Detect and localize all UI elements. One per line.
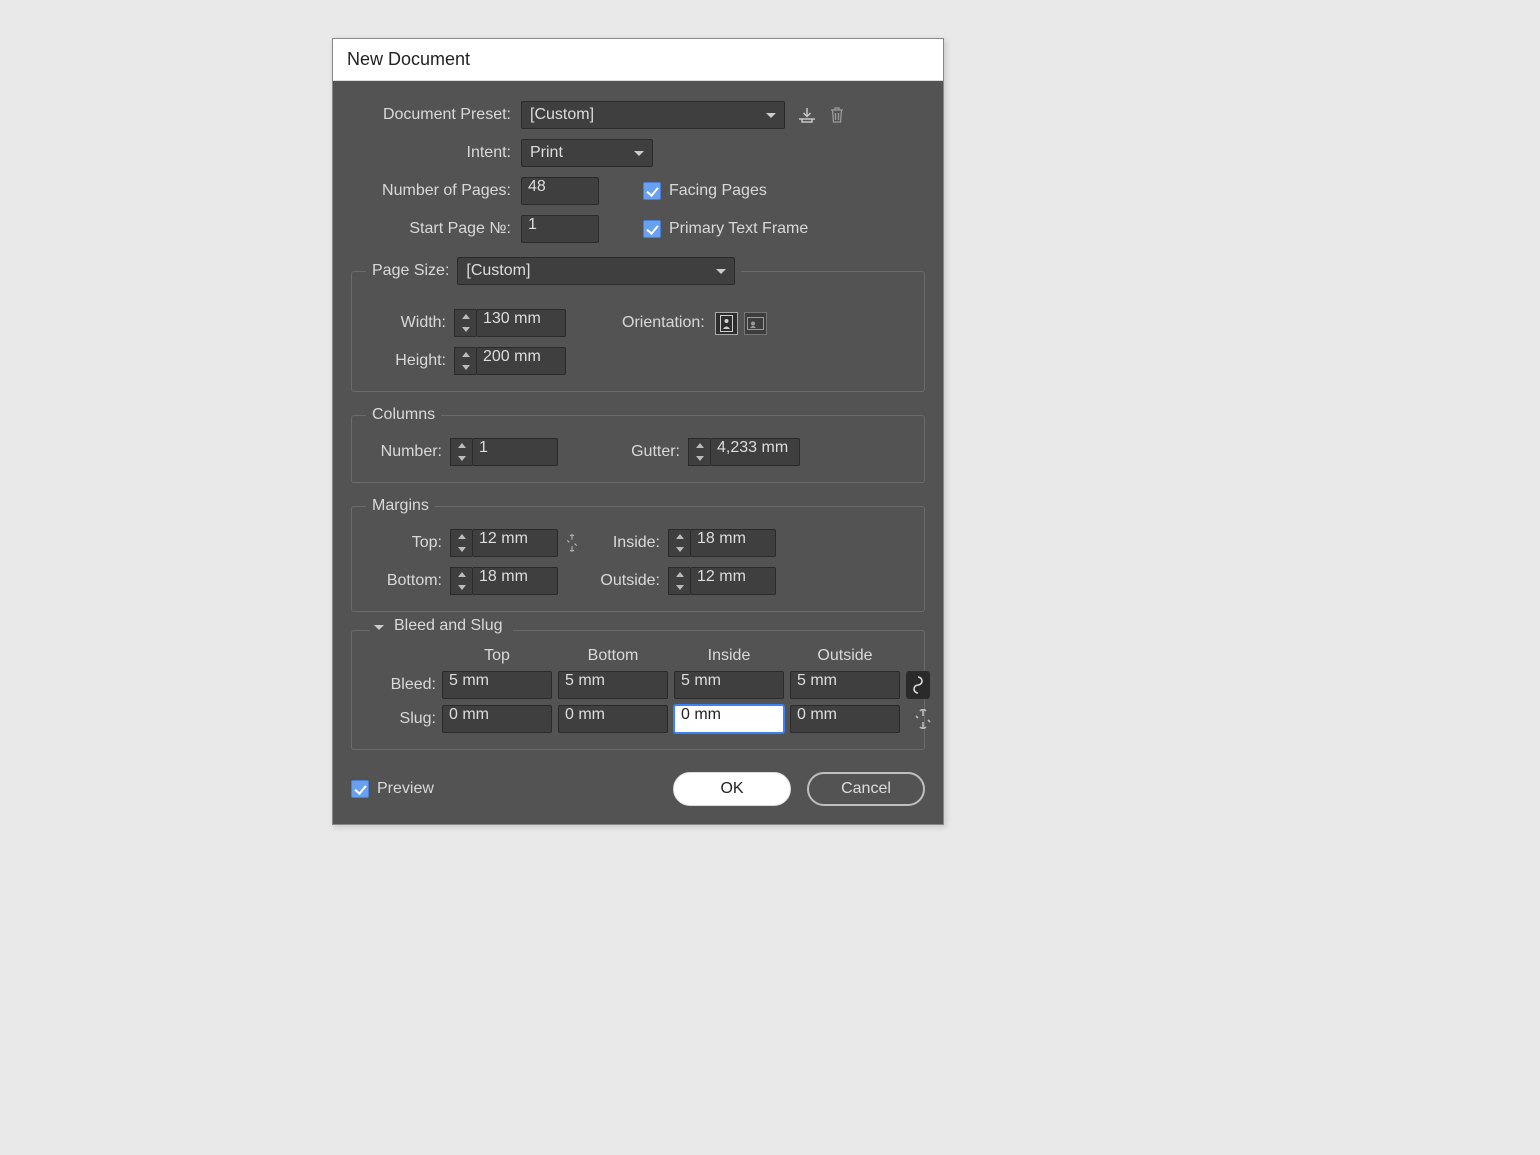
delete-preset-button[interactable] bbox=[825, 104, 849, 126]
pages-number-label: Number of Pages: bbox=[351, 182, 511, 200]
start-page-input[interactable]: 1 bbox=[521, 215, 599, 243]
gutter-stepper[interactable] bbox=[688, 438, 710, 466]
orientation-label: Orientation: bbox=[622, 314, 705, 332]
margin-top-label: Top: bbox=[366, 534, 442, 552]
link-broken-icon[interactable] bbox=[564, 533, 580, 553]
bleed-outside-input[interactable]: 5 mm bbox=[790, 671, 900, 699]
primary-text-frame-label: Primary Text Frame bbox=[669, 220, 808, 238]
margins-legend: Margins bbox=[372, 497, 429, 514]
width-stepper[interactable] bbox=[454, 309, 476, 337]
header-outside: Outside bbox=[790, 647, 900, 665]
bleed-slug-toggle[interactable] bbox=[374, 617, 384, 635]
bleed-label: Bleed: bbox=[366, 676, 436, 694]
portrait-icon bbox=[720, 315, 733, 332]
pages-number-input[interactable]: 48 bbox=[521, 177, 599, 205]
slug-inside-input[interactable]: 0 mm bbox=[674, 705, 784, 733]
ok-button[interactable]: OK bbox=[673, 772, 791, 806]
gutter-label: Gutter: bbox=[612, 443, 680, 461]
document-preset-label: Document Preset: bbox=[351, 106, 511, 124]
cancel-button[interactable]: Cancel bbox=[807, 772, 925, 806]
margin-outside-input[interactable]: 12 mm bbox=[690, 567, 776, 595]
height-stepper[interactable] bbox=[454, 347, 476, 375]
dialog-title: New Document bbox=[333, 39, 943, 81]
link-icon bbox=[912, 676, 924, 694]
facing-pages-label: Facing Pages bbox=[669, 182, 767, 200]
intent-label: Intent: bbox=[351, 144, 511, 162]
chevron-down-icon bbox=[716, 269, 726, 274]
margin-outside-label: Outside: bbox=[586, 572, 660, 590]
intent-select[interactable]: Print bbox=[521, 139, 653, 167]
save-preset-icon bbox=[798, 107, 816, 123]
margin-top-stepper[interactable] bbox=[450, 529, 472, 557]
margin-bottom-label: Bottom: bbox=[366, 572, 442, 590]
chevron-down-icon bbox=[766, 113, 776, 118]
slug-bottom-input[interactable]: 0 mm bbox=[558, 705, 668, 733]
page-size-select[interactable]: [Custom] bbox=[457, 257, 735, 285]
gutter-input[interactable]: 4,233 mm bbox=[710, 438, 800, 466]
facing-pages-checkbox[interactable] bbox=[643, 182, 661, 200]
margin-inside-label: Inside: bbox=[586, 534, 660, 552]
margin-top-input[interactable]: 12 mm bbox=[472, 529, 558, 557]
margin-outside-stepper[interactable] bbox=[668, 567, 690, 595]
trash-icon bbox=[829, 106, 845, 124]
columns-number-label: Number: bbox=[366, 443, 442, 461]
columns-legend: Columns bbox=[372, 406, 435, 423]
columns-number-input[interactable]: 1 bbox=[472, 438, 558, 466]
start-page-label: Start Page №: bbox=[351, 220, 511, 238]
new-document-dialog: New Document Document Preset: [Custom] bbox=[332, 38, 944, 825]
height-label: Height: bbox=[366, 352, 446, 370]
width-input[interactable]: 130 mm bbox=[476, 309, 566, 337]
primary-text-frame-checkbox[interactable] bbox=[643, 220, 661, 238]
slug-outside-input[interactable]: 0 mm bbox=[790, 705, 900, 733]
bleed-bottom-input[interactable]: 5 mm bbox=[558, 671, 668, 699]
width-label: Width: bbox=[366, 314, 446, 332]
document-preset-value: [Custom] bbox=[530, 106, 594, 124]
link-broken-icon[interactable] bbox=[915, 709, 931, 729]
page-size-legend: Page Size: bbox=[372, 262, 449, 280]
bleed-top-input[interactable]: 5 mm bbox=[442, 671, 552, 699]
margin-bottom-input[interactable]: 18 mm bbox=[472, 567, 558, 595]
header-inside: Inside bbox=[674, 647, 784, 665]
orientation-portrait-button[interactable] bbox=[715, 312, 738, 335]
header-bottom: Bottom bbox=[558, 647, 668, 665]
header-top: Top bbox=[442, 647, 552, 665]
height-input[interactable]: 200 mm bbox=[476, 347, 566, 375]
margin-inside-input[interactable]: 18 mm bbox=[690, 529, 776, 557]
page-size-value: [Custom] bbox=[466, 262, 530, 280]
intent-value: Print bbox=[530, 144, 563, 162]
margin-inside-stepper[interactable] bbox=[668, 529, 690, 557]
orientation-landscape-button[interactable] bbox=[744, 312, 767, 335]
preview-checkbox[interactable] bbox=[351, 780, 369, 798]
slug-label: Slug: bbox=[366, 710, 436, 728]
chevron-down-icon bbox=[634, 151, 644, 156]
bleed-slug-legend: Bleed and Slug bbox=[394, 617, 503, 635]
landscape-icon bbox=[747, 317, 764, 330]
margin-bottom-stepper[interactable] bbox=[450, 567, 472, 595]
slug-top-input[interactable]: 0 mm bbox=[442, 705, 552, 733]
columns-number-stepper[interactable] bbox=[450, 438, 472, 466]
document-preset-select[interactable]: [Custom] bbox=[521, 101, 785, 129]
bleed-inside-input[interactable]: 5 mm bbox=[674, 671, 784, 699]
bleed-link-toggle[interactable] bbox=[906, 671, 930, 699]
preview-label: Preview bbox=[377, 780, 434, 798]
save-preset-button[interactable] bbox=[795, 104, 819, 126]
